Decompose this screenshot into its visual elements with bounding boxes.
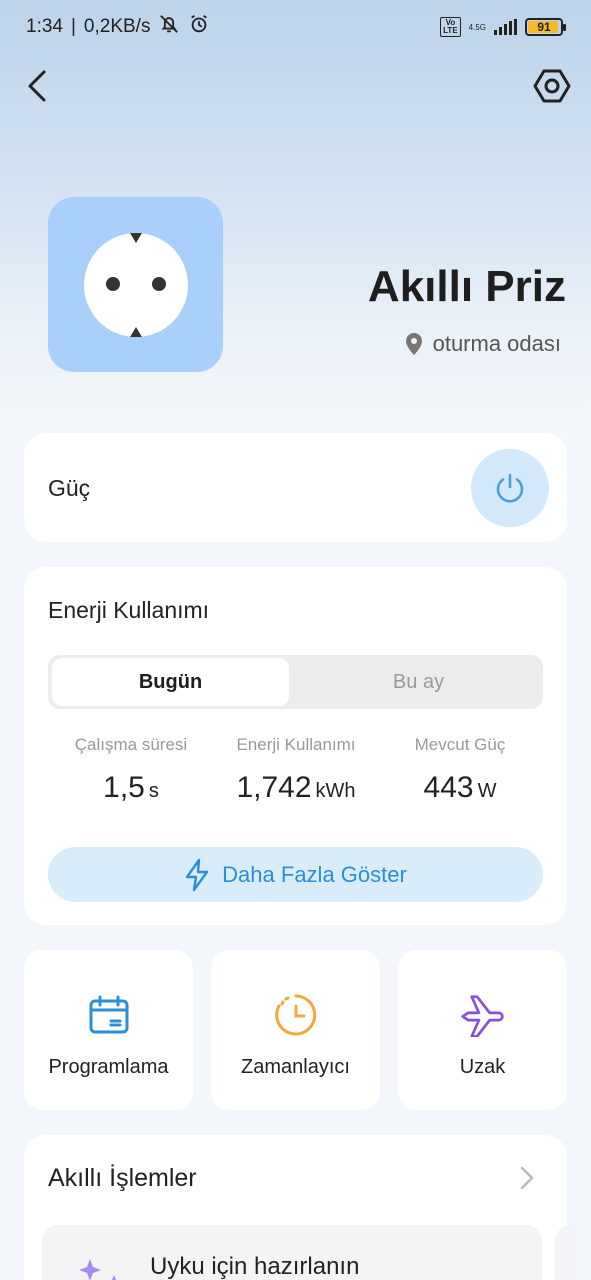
stat-label: Mevcut Güç [414, 735, 506, 754]
status-separator: | [70, 16, 76, 37]
away-label: Uzak [459, 1056, 506, 1078]
alarm-icon [188, 13, 210, 41]
stat-runtime: Çalışma süresi 1,5 s [41, 735, 221, 805]
status-time: 1:34 [26, 16, 63, 37]
airplane-icon [460, 992, 506, 1038]
calendar-icon [86, 992, 132, 1038]
power-icon [496, 473, 524, 503]
energy-title: Enerji Kullanımı [48, 597, 210, 623]
status-right: Vo LTE 4.5G 91 [440, 17, 566, 37]
location-pin-icon [405, 333, 422, 355]
smart-actions-card: Akıllı İşlemler Uyku için hazırlanın [24, 1135, 575, 1280]
power-toggle-button[interactable] [471, 449, 549, 527]
battery-icon: 91 [525, 18, 566, 36]
stat-label: Çalışma süresi [74, 735, 188, 754]
show-more-button[interactable]: Daha Fazla Göster [48, 847, 543, 902]
power-label: Güç [48, 475, 91, 501]
period-segmented-control: Bugün Bu ay [48, 655, 543, 709]
scene-item[interactable]: Uyku için hazırlanın [42, 1225, 542, 1280]
hexagon-settings-icon [533, 69, 571, 103]
timer-card[interactable]: Zamanlayıcı [211, 950, 380, 1110]
lightning-icon [185, 858, 209, 891]
stat-current-power: Mevcut Güç 443 W [370, 735, 550, 805]
chevron-right-icon[interactable] [514, 1165, 538, 1191]
mute-bell-icon [158, 13, 180, 41]
chevron-left-icon [28, 70, 46, 102]
location-label: oturma odası [432, 331, 561, 356]
status-speed: 0,2KB/s [83, 16, 151, 37]
energy-usage-card: Enerji Kullanımı Bugün Bu ay Çalışma sür… [24, 567, 567, 925]
stat-value: 1,742 kWh [236, 771, 356, 804]
device-name: Akıllı Priz [367, 262, 566, 311]
away-card[interactable]: Uzak [398, 950, 567, 1110]
device-location: oturma odası [405, 331, 561, 357]
settings-button[interactable] [530, 64, 574, 108]
show-more-label: Daha Fazla Göster [222, 861, 407, 887]
tab-this-month[interactable]: Bu ay [298, 658, 539, 706]
scheduling-card[interactable]: Programlama [24, 950, 193, 1110]
signal-icon [494, 19, 517, 35]
volte-badge: Vo LTE [440, 17, 461, 37]
scheduling-label: Programlama [48, 1056, 169, 1078]
stat-value: 443 W [423, 771, 497, 804]
network-type: 4.5G [468, 22, 486, 32]
power-card: Güç [24, 433, 567, 542]
smart-actions-title: Akıllı İşlemler [48, 1164, 197, 1192]
clock-icon [273, 992, 319, 1038]
back-button[interactable] [18, 64, 58, 108]
timer-label: Zamanlayıcı [241, 1056, 350, 1078]
device-tile [48, 197, 223, 372]
stat-value: 1,5 s [103, 771, 159, 804]
scene-item-peek [555, 1225, 575, 1280]
stat-label: Enerji Kullanımı [236, 735, 356, 754]
tab-today[interactable]: Bugün [52, 658, 289, 706]
status-bar: 1:34 | 0,2KB/s Vo LTE 4.5G 91 [0, 0, 591, 54]
battery-level: 91 [537, 20, 551, 34]
stat-energy: Enerji Kullanımı 1,742 kWh [206, 735, 386, 805]
status-left: 1:34 | 0,2KB/s [26, 13, 210, 41]
scene-label: Uyku için hazırlanın [150, 1253, 360, 1280]
socket-icon [83, 232, 188, 337]
sparkle-icon [79, 1259, 116, 1280]
